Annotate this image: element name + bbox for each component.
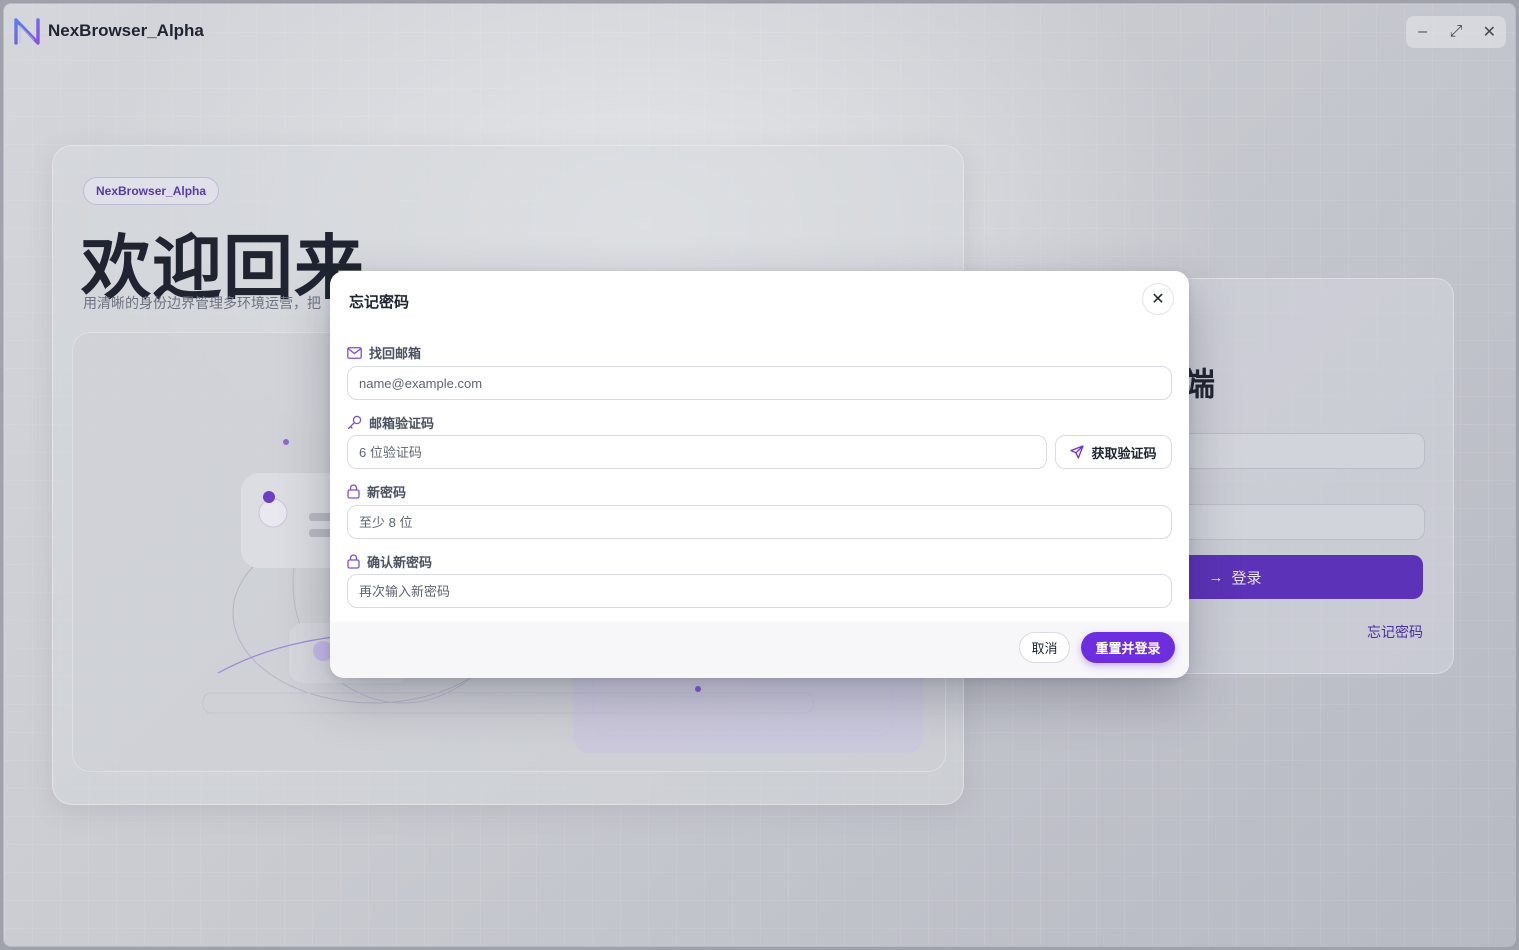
maximize-button[interactable]: ⤢ (1444, 20, 1468, 44)
code-label-text: 邮箱验证码 (369, 416, 435, 431)
verification-code-input[interactable] (347, 435, 1047, 469)
mail-icon (347, 346, 362, 359)
confirm-password-input[interactable] (347, 574, 1172, 608)
forgot-password-link[interactable]: 忘记密码 (1367, 622, 1423, 642)
confirm-password-label: 确认新密码 (347, 552, 432, 571)
dialog-close-button[interactable]: ✕ (1142, 283, 1174, 315)
forgot-password-dialog: 忘记密码 ✕ 找回邮箱 邮箱验证码 获取验证码 新密码 (330, 271, 1189, 678)
get-code-button[interactable]: 获取验证码 (1055, 435, 1172, 469)
send-icon (1070, 445, 1085, 459)
lock-icon (347, 484, 360, 499)
close-icon: ✕ (1151, 291, 1165, 308)
title-bar: NexBrowser_Alpha – ⤢ ✕ (4, 4, 1515, 56)
minimize-button[interactable]: – (1411, 20, 1435, 44)
hero-badge: NexBrowser_Alpha (83, 177, 220, 205)
confirm-password-label-text: 确认新密码 (367, 555, 433, 570)
new-password-label-text: 新密码 (367, 485, 407, 500)
cancel-button[interactable]: 取消 (1019, 632, 1070, 663)
dialog-footer: 取消 重置并登录 (330, 622, 1189, 678)
hero-subtitle: 用清晰的身份边界管理多环境运营，把 (83, 295, 321, 311)
window-controls: – ⤢ ✕ (1405, 15, 1507, 49)
close-window-button[interactable]: ✕ (1477, 20, 1501, 44)
new-password-input[interactable] (347, 505, 1172, 539)
new-password-label: 新密码 (347, 482, 406, 501)
app-logo-icon (14, 18, 40, 45)
lock-icon (347, 554, 360, 569)
arrow-right-icon: → (1208, 568, 1224, 586)
email-label: 找回邮箱 (347, 343, 421, 362)
code-label: 邮箱验证码 (347, 413, 434, 432)
key-icon (347, 415, 362, 430)
email-label-text: 找回邮箱 (369, 346, 422, 361)
email-input[interactable] (347, 366, 1172, 400)
login-button-label: 登录 (1231, 569, 1262, 587)
dialog-title: 忘记密码 (349, 294, 410, 311)
reset-and-login-button[interactable]: 重置并登录 (1081, 632, 1175, 663)
get-code-label: 获取验证码 (1091, 445, 1157, 461)
app-title: NexBrowser_Alpha (48, 21, 204, 40)
